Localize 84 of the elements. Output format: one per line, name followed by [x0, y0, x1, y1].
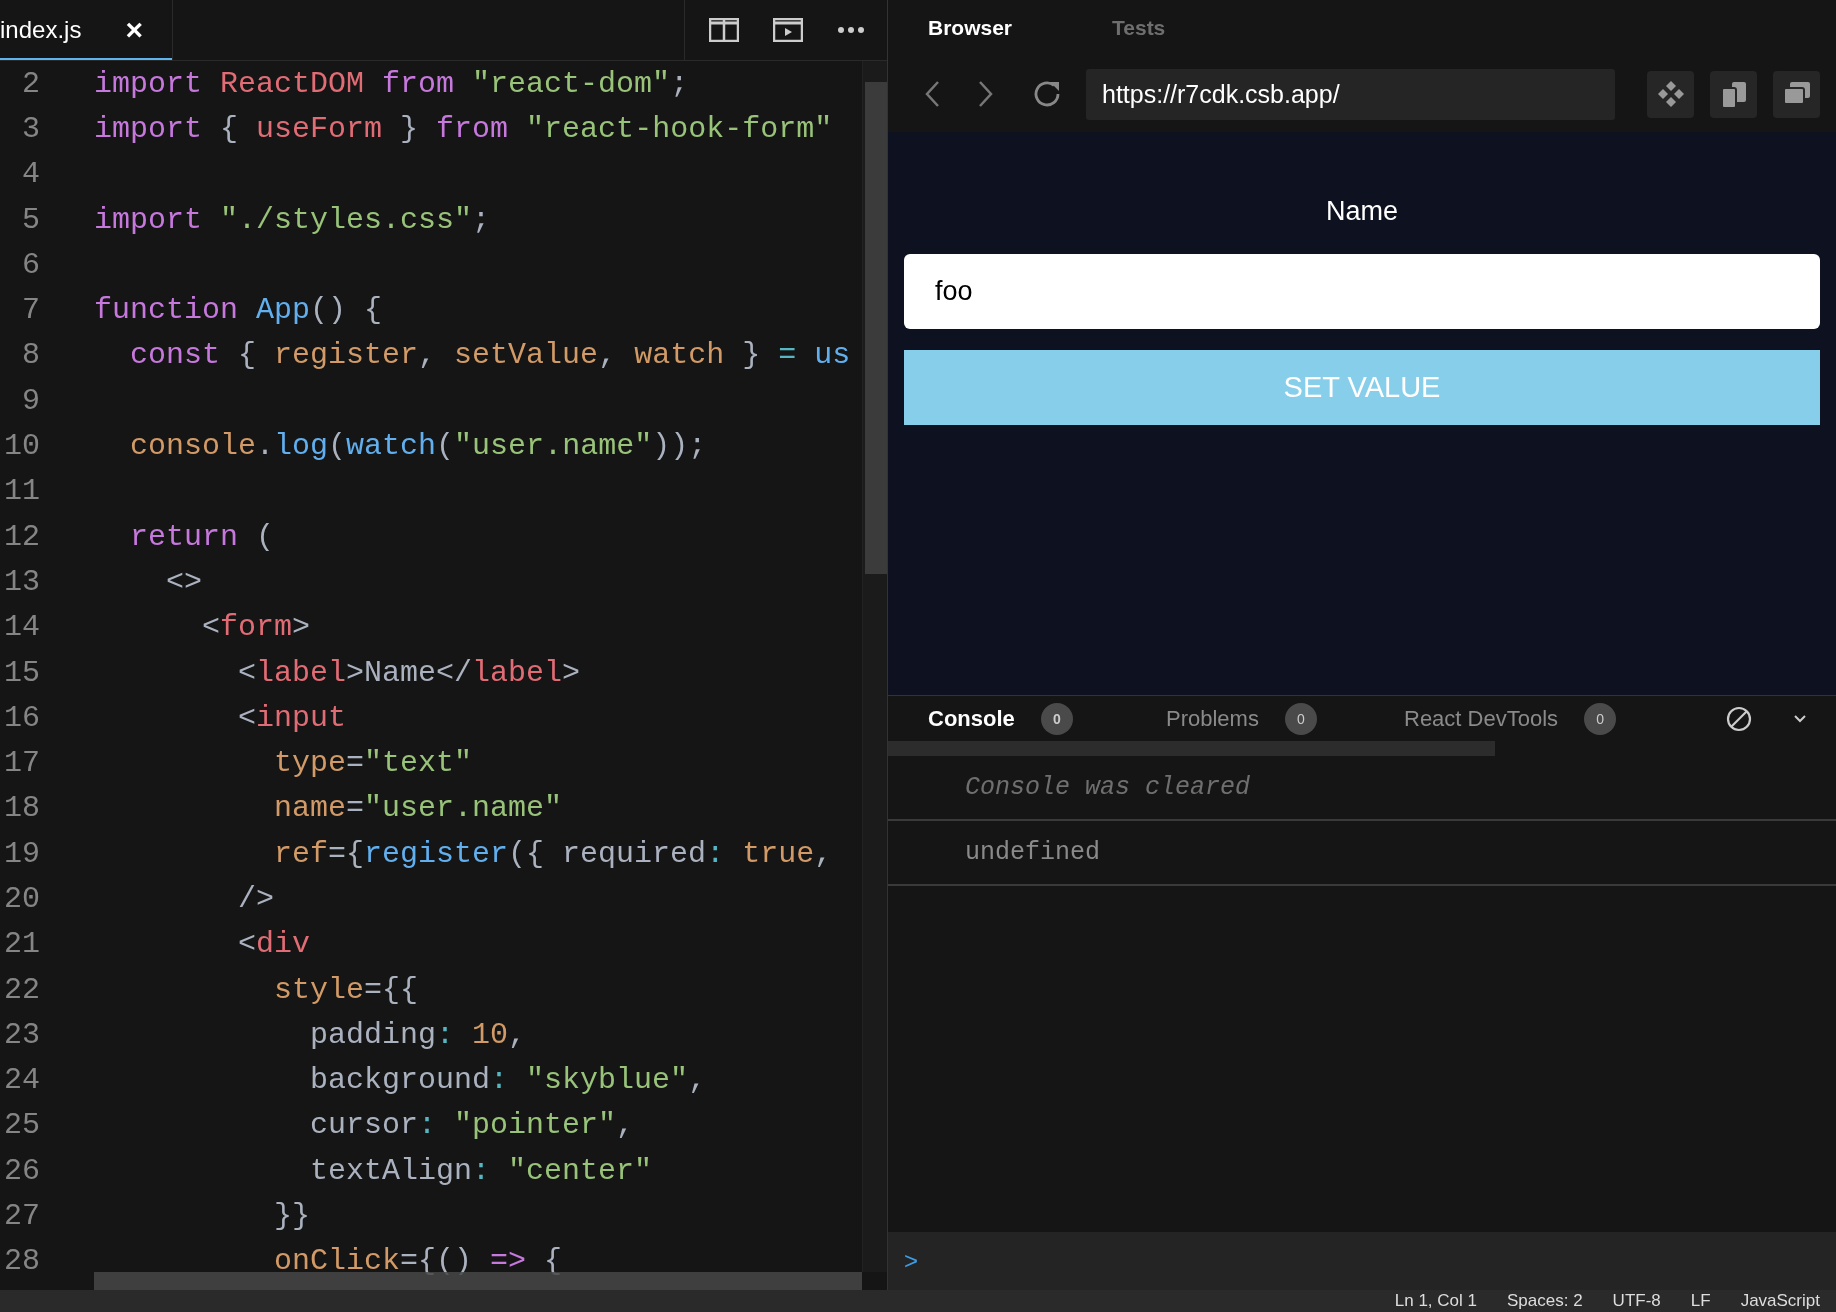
count-badge: 0	[1584, 702, 1617, 735]
code-line: <>	[165, 564, 203, 599]
line-number: 9	[21, 383, 40, 418]
line-number: 6	[21, 247, 40, 282]
console-tab[interactable]: React DevTools 0	[1404, 702, 1710, 735]
code-line: const { register, setValue, watch } = us	[129, 338, 851, 373]
line-number: 20	[3, 882, 40, 916]
code-line: <label>Name</label>	[237, 655, 581, 690]
code-line: background: "skyblue",	[309, 1063, 707, 1098]
status-item: Ln 1, Col 1	[1394, 1291, 1477, 1311]
code-line: console.log(watch("user.name"));	[129, 429, 707, 463]
line-number: 3	[21, 111, 40, 146]
diamonds-button[interactable]	[1647, 70, 1694, 118]
status-item: LF	[1690, 1291, 1711, 1311]
line-number: 7	[21, 293, 40, 328]
console-tab[interactable]: Problems 0	[1166, 702, 1404, 735]
name-input[interactable]: foo	[904, 254, 1820, 329]
line-number: 4	[21, 157, 40, 192]
line-number: 2	[21, 66, 40, 101]
prompt-caret[interactable]: >	[904, 1247, 918, 1275]
line-number: 18	[3, 791, 40, 826]
console-notice: Console was cleared	[888, 756, 1836, 821]
preview-icon[interactable]	[773, 18, 803, 42]
code-line: <input	[237, 700, 347, 735]
line-number: 16	[3, 700, 40, 735]
line-number: 10	[3, 429, 40, 463]
line-number: 24	[3, 1063, 40, 1098]
status-item: Spaces: 2	[1507, 1291, 1583, 1311]
split-view-icon[interactable]	[709, 18, 739, 42]
close-icon[interactable]: ×	[125, 13, 143, 47]
code-line: padding: 10,	[309, 1017, 527, 1052]
console-tab[interactable]: Console 0	[928, 702, 1166, 735]
line-number: 5	[21, 202, 40, 237]
code-line: cursor: "pointer",	[309, 1108, 635, 1143]
file-tab[interactable]: index.js ×	[0, 0, 173, 60]
code-line: function App() {	[94, 293, 383, 328]
vertical-scrollbar[interactable]	[862, 61, 887, 1272]
code-line: style={{	[273, 972, 419, 1007]
code-line: import ReactDOM from "react-dom";	[94, 66, 689, 101]
line-number: 25	[3, 1108, 40, 1143]
code-line: import { useForm } from "react-hook-form"	[94, 111, 833, 146]
field-label: Name	[1325, 196, 1399, 227]
code-line: }}	[273, 1199, 311, 1234]
count-badge: 0	[1040, 702, 1073, 735]
chevron-down-icon[interactable]	[1794, 714, 1806, 723]
panel-tab[interactable]: Browser	[928, 16, 1112, 40]
code-line: onClick={() => {	[273, 1244, 563, 1279]
forward-icon[interactable]	[978, 80, 994, 108]
line-number: 12	[3, 519, 40, 554]
code-line: import "./styles.css";	[94, 202, 491, 237]
url-field[interactable]: https://r7cdk.csb.app/	[1086, 68, 1615, 120]
horizontal-scrollbar[interactable]	[888, 741, 1495, 756]
line-number: 22	[3, 972, 40, 1007]
back-icon[interactable]	[924, 80, 940, 108]
line-number: 21	[3, 927, 40, 962]
line-number: 11	[3, 474, 40, 509]
line-number: 13	[3, 564, 40, 599]
code-line: ref={register({ required: true,	[273, 836, 833, 871]
line-number: 28	[3, 1244, 40, 1279]
code-line: return (	[129, 519, 275, 554]
line-number: 17	[3, 746, 40, 781]
line-number: 23	[3, 1017, 40, 1052]
line-number: 19	[3, 836, 40, 871]
panel-tab[interactable]: Tests	[1112, 16, 1296, 40]
status-item: UTF-8	[1612, 1291, 1661, 1311]
windows-button[interactable]	[1773, 70, 1820, 118]
code-line: />	[237, 882, 275, 916]
status-item: JavaScript	[1740, 1291, 1820, 1311]
line-number: 15	[3, 655, 40, 690]
line-number: 14	[3, 610, 40, 645]
more-icon[interactable]	[837, 26, 865, 34]
line-number: 8	[21, 338, 40, 373]
count-badge: 0	[1284, 702, 1317, 735]
clear-icon[interactable]	[1726, 705, 1752, 732]
console-output: undefined	[888, 821, 1836, 886]
copy-button[interactable]	[1710, 70, 1757, 118]
refresh-icon[interactable]	[1032, 79, 1062, 109]
code-line: <form>	[201, 610, 311, 645]
code-line: name="user.name"	[273, 791, 563, 826]
line-number: 27	[3, 1199, 40, 1234]
line-number: 26	[3, 1153, 40, 1188]
code-line: textAlign: "center"	[309, 1153, 653, 1188]
code-line: <div	[237, 927, 311, 962]
code-line: type="text"	[273, 746, 473, 781]
